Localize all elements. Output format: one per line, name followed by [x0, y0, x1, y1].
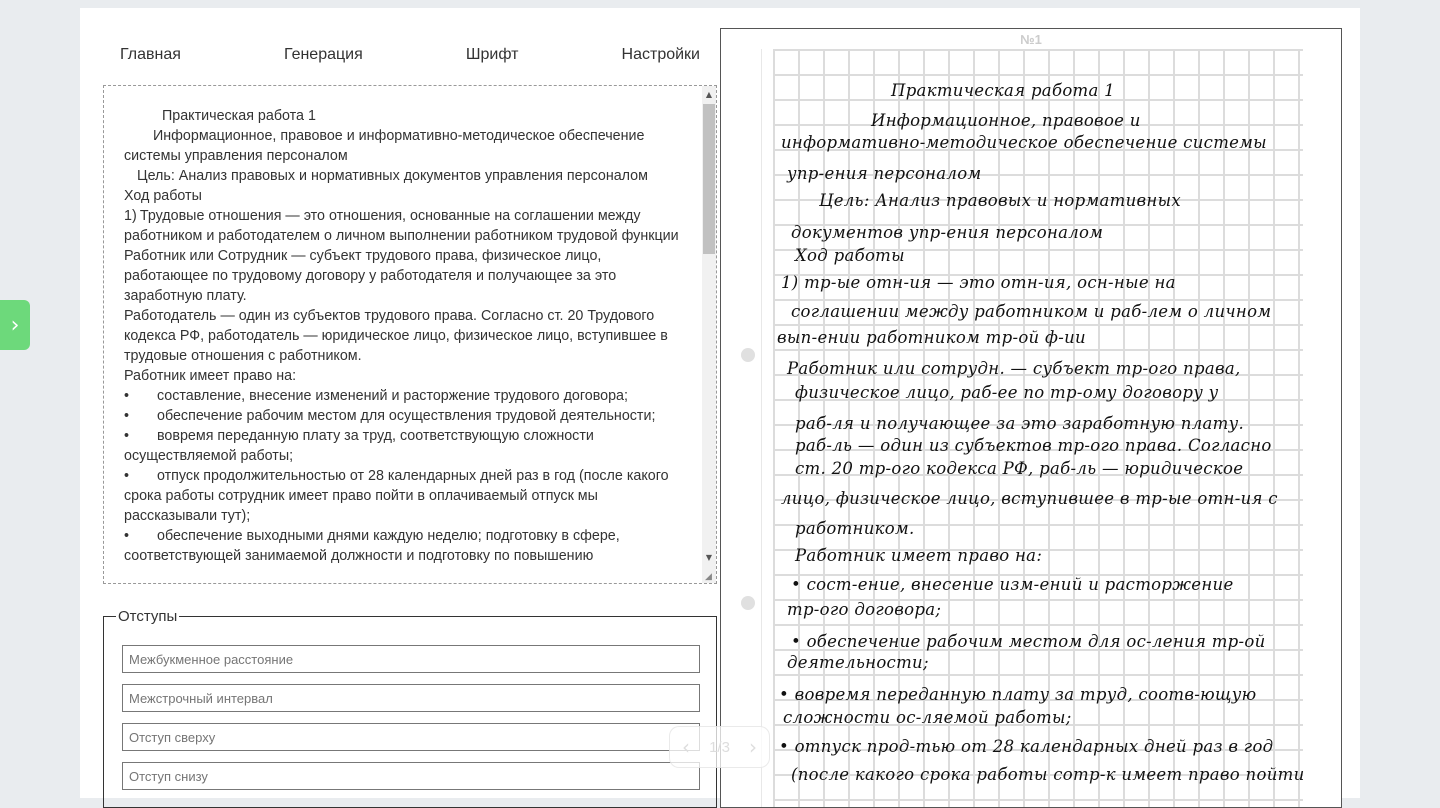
bullet-text: вовремя переданную плату за труд, соотве…: [124, 428, 594, 464]
handwriting-line: тр-ого договора;: [787, 600, 942, 619]
page-pager: ‹ 1/3 ›: [669, 726, 770, 768]
bullet-icon: •: [124, 408, 130, 424]
line-spacing-input[interactable]: [122, 684, 700, 712]
editor-line: Информационное, правовое и информативно-…: [124, 128, 645, 164]
editor-line: Цель: Анализ правовых и нормативных доку…: [137, 168, 648, 184]
editor-line: Работодатель — один из субъектов трудово…: [124, 308, 668, 364]
margins-legend: Отступы: [118, 608, 178, 625]
handwriting-line: Ход работы: [795, 246, 905, 265]
handwriting-line: раб-ля и получающее за это заработную пл…: [795, 414, 1245, 433]
handwriting-line: Информационное, правовое и: [871, 111, 1141, 130]
bullet-icon: •: [124, 468, 130, 484]
letter-spacing-input[interactable]: [122, 645, 700, 673]
handwriting-line: ст. 20 тр-ого кодекса РФ, раб-ль — юриди…: [795, 459, 1244, 478]
page-number-label: №1: [1020, 32, 1042, 47]
editor-bullet-item: • вовремя переданную плату за труд, соотв…: [124, 426, 684, 466]
nav-item-font[interactable]: Шрифт: [466, 46, 519, 64]
handwriting-line: Цель: Анализ правовых и нормативных: [819, 191, 1181, 210]
editor-content: Практическая работа 1 Информационное, пр…: [124, 106, 684, 566]
bullet-text: составление, внесение изменений и растор…: [157, 388, 628, 404]
editor-bullet-item: • отпуск продолжительностью от 28 календа…: [124, 466, 684, 526]
scroll-up-icon[interactable]: ▲: [702, 88, 716, 102]
chevron-left-icon[interactable]: ‹: [682, 735, 690, 759]
nav-item-settings[interactable]: Настройки: [622, 46, 700, 64]
editor-bullet-item: • составление, внесение изменений и расто…: [124, 386, 684, 406]
editor-bullet-item: • обеспечение рабочим местом для осуществ…: [124, 406, 684, 426]
sidebar-toggle-button[interactable]: ›: [0, 300, 30, 350]
handwriting-line: вып-ении работником тр-ой ф-ии: [777, 328, 1086, 347]
handwriting-line: раб-ль — один из субъектов тр-ого права.…: [795, 436, 1272, 455]
scrollbar-thumb[interactable]: [703, 104, 715, 254]
bullet-text: обеспечение рабочим местом для осуществл…: [157, 408, 656, 424]
handwriting-line: упр-ения персоналом: [787, 164, 982, 183]
editor-scrollbar[interactable]: ▲ ▼: [702, 86, 716, 583]
handwriting-line: физическое лицо, раб-ее по тр-ому догово…: [795, 383, 1219, 402]
margins-fieldset: Отступы: [103, 608, 717, 808]
handwriting-line: (после какого срока работы сотр-к имеет …: [791, 765, 1305, 784]
handwriting-line: Работник или сотрудн. — субъект тр-ого п…: [787, 359, 1241, 378]
editor-line: Ход работы: [124, 188, 202, 204]
editor-line: Практическая работа 1: [162, 108, 316, 124]
resize-handle-icon[interactable]: ◢: [705, 572, 715, 582]
handwriting-line: Практическая работа 1: [891, 81, 1115, 100]
chevron-right-icon: ›: [10, 312, 20, 338]
handwriting-line: информативно-методическое обеспечение си…: [781, 133, 1267, 152]
binder-hole: [741, 596, 755, 610]
handwriting-line: соглашении между работником и раб-лем о …: [791, 302, 1272, 321]
top-nav: Главная Генерация Шрифт Настройки: [120, 46, 700, 64]
handwriting-line: Работник имеет право на:: [795, 546, 1043, 565]
handwriting-line: документов упр-ения персоналом: [791, 223, 1104, 242]
handwriting-line: • сост-ение, внесение изм-ений и расторж…: [791, 575, 1234, 594]
scroll-down-icon[interactable]: ▼: [702, 551, 716, 565]
bullet-icon: •: [124, 528, 130, 544]
bullet-text: обеспечение выходными днями каждую недел…: [124, 528, 620, 564]
bullet-icon: •: [124, 428, 130, 444]
bullet-icon: •: [124, 388, 130, 404]
handwriting-preview-page: №1 Практическая работа 1 Информационное,…: [720, 28, 1342, 808]
editor-line: Работник или Сотрудник — субъект трудово…: [124, 248, 617, 304]
margin-line: [761, 49, 762, 807]
handwriting-line: лицо, физическое лицо, вступившее в тр-ы…: [781, 489, 1278, 508]
handwriting-line: 1) тр-ые отн-ия — это отн-ия, осн-ные на: [781, 273, 1176, 292]
text-editor[interactable]: Практическая работа 1 Информационное, пр…: [103, 85, 717, 584]
editor-line: Работник имеет право на:: [124, 368, 297, 384]
handwriting-line: деятельности;: [787, 653, 929, 672]
margin-bottom-input[interactable]: [122, 762, 700, 790]
chevron-right-icon[interactable]: ›: [749, 735, 757, 759]
bullet-text: отпуск продолжительностью от 28 календар…: [124, 468, 669, 524]
nav-item-home[interactable]: Главная: [120, 46, 181, 64]
handwriting-line: • отпуск прод-тью от 28 календарных дней…: [779, 737, 1274, 756]
nav-item-generation[interactable]: Генерация: [284, 46, 363, 64]
editor-bullet-item: • обеспечение выходными днями каждую неде…: [124, 526, 684, 566]
handwriting-line: • вовремя переданную плату за труд, соот…: [779, 685, 1257, 704]
binder-hole: [741, 348, 755, 362]
handwriting-line: сложности ос-ляемой работы;: [783, 708, 1072, 727]
editor-line: 1) Трудовые отношения — это отношения, о…: [124, 208, 679, 244]
page-counter: 1/3: [709, 738, 730, 756]
handwriting-line: • обеспечение рабочим местом для ос-лени…: [791, 632, 1266, 651]
margin-top-input[interactable]: [122, 723, 700, 751]
handwriting-line: работником.: [795, 519, 915, 538]
